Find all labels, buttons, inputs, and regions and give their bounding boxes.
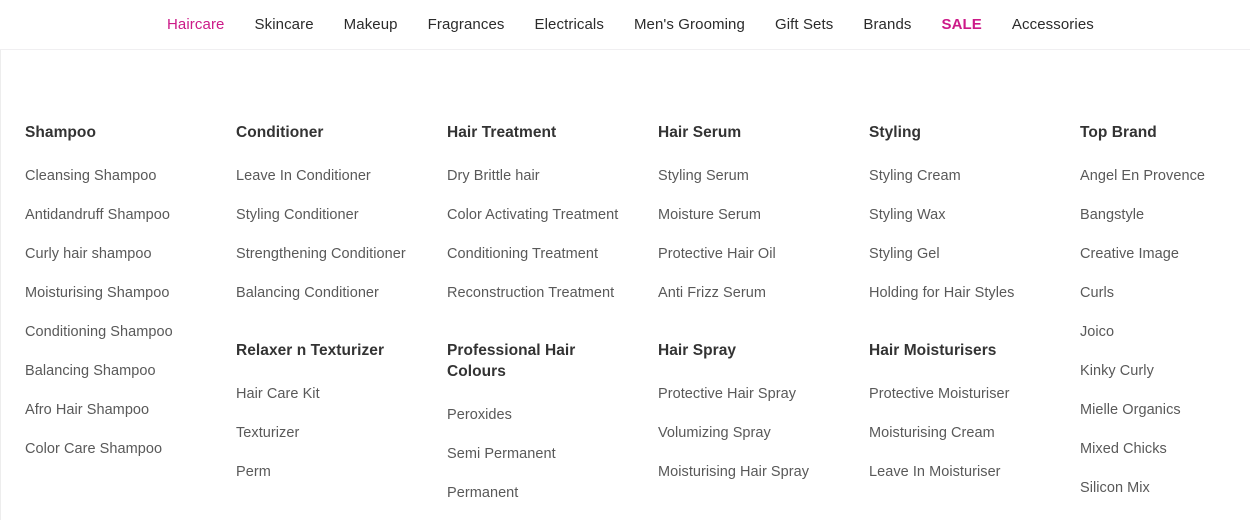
menu-link[interactable]: Mixed Chicks bbox=[1080, 439, 1250, 460]
menu-link[interactable]: Dry Brittle hair bbox=[447, 166, 636, 187]
menu-link[interactable]: Angel En Provence bbox=[1080, 166, 1250, 187]
menu-link[interactable]: Color Activating Treatment bbox=[447, 205, 636, 226]
mega-menu-group: Hair Treatment Dry Brittle hair Color Acti… bbox=[447, 122, 636, 304]
mega-menu-group: Conditioner Leave In Conditioner Styling C… bbox=[236, 122, 425, 304]
mega-menu-group: Hair Moisturisers Protective Moisturiser M… bbox=[869, 340, 1058, 483]
nav-item-accessories[interactable]: Accessories bbox=[1012, 15, 1094, 34]
menu-link[interactable]: Reconstruction Treatment bbox=[447, 283, 636, 304]
menu-link[interactable]: Styling Wax bbox=[869, 205, 1058, 226]
menu-link[interactable]: Protective Hair Spray bbox=[658, 384, 847, 405]
menu-link[interactable]: Cleansing Shampoo bbox=[25, 166, 214, 187]
menu-link[interactable]: Conditioning Shampoo bbox=[25, 322, 214, 343]
menu-link[interactable]: Leave In Moisturiser bbox=[869, 462, 1058, 483]
nav-item-electricals[interactable]: Electricals bbox=[535, 15, 604, 34]
nav-item-sale[interactable]: SALE bbox=[942, 15, 982, 34]
menu-link[interactable]: Protective Moisturiser bbox=[869, 384, 1058, 405]
menu-link[interactable]: Kinky Curly bbox=[1080, 361, 1250, 382]
primary-navigation-list: Haircare Skincare Makeup Fragrances Electric… bbox=[167, 15, 1094, 34]
menu-link[interactable]: Conditioning Treatment bbox=[447, 244, 636, 265]
menu-link[interactable]: Balancing Shampoo bbox=[25, 361, 214, 382]
mega-menu-group: Hair Spray Protective Hair Spray Volumizin… bbox=[658, 340, 847, 483]
nav-item-men-s-grooming[interactable]: Men's Grooming bbox=[634, 15, 745, 34]
menu-link[interactable]: Strengthening Conditioner bbox=[236, 244, 425, 265]
mega-menu-group: Top Brand Angel En Provence Bangstyle Creat… bbox=[1080, 122, 1250, 499]
menu-link[interactable]: Peroxides bbox=[447, 405, 636, 426]
menu-link[interactable]: Semi Permanent bbox=[447, 444, 636, 465]
menu-link[interactable]: Holding for Hair Styles bbox=[869, 283, 1058, 304]
group-heading: Hair Moisturisers bbox=[869, 342, 997, 359]
menu-link[interactable]: Moisturising Cream bbox=[869, 423, 1058, 444]
menu-link[interactable]: Moisturising Hair Spray bbox=[658, 462, 847, 483]
nav-item-haircare[interactable]: Haircare bbox=[167, 15, 224, 34]
menu-link[interactable]: Balancing Conditioner bbox=[236, 283, 425, 304]
group-link-list: Protective Moisturiser Moisturising Cream… bbox=[869, 384, 1058, 483]
group-link-list: Peroxides Semi Permanent Permanent bbox=[447, 405, 636, 504]
group-heading: Conditioner bbox=[236, 124, 324, 141]
menu-link[interactable]: Styling Gel bbox=[869, 244, 1058, 265]
menu-link[interactable]: Leave In Conditioner bbox=[236, 166, 425, 187]
menu-link[interactable]: Styling Conditioner bbox=[236, 205, 425, 226]
menu-link[interactable]: Creative Image bbox=[1080, 244, 1250, 265]
menu-link[interactable]: Bangstyle bbox=[1080, 205, 1250, 226]
mega-menu-column: Conditioner Leave In Conditioner Styling C… bbox=[236, 122, 447, 483]
mega-menu-group: Professional Hair Colours Peroxides Semi P… bbox=[447, 340, 636, 504]
group-link-list: Protective Hair Spray Volumizing Spray Moi… bbox=[658, 384, 847, 483]
mega-menu-group: Shampoo Cleansing Shampoo Antidandruff Sha… bbox=[25, 122, 214, 460]
group-link-list: Styling Serum Moisture Serum Protective Ha… bbox=[658, 166, 847, 304]
nav-item-brands[interactable]: Brands bbox=[863, 15, 911, 34]
menu-link[interactable]: Moisturising Shampoo bbox=[25, 283, 214, 304]
menu-link[interactable]: Styling Cream bbox=[869, 166, 1058, 187]
mega-menu-column: Top Brand Angel En Provence Bangstyle Creat… bbox=[1080, 122, 1250, 499]
mega-menu-column: Hair Treatment Dry Brittle hair Color Acti… bbox=[447, 122, 658, 504]
mega-menu-column: Styling Styling Cream Styling Wax Styling G… bbox=[869, 122, 1080, 483]
group-heading: Styling bbox=[869, 124, 922, 141]
menu-link[interactable]: Mielle Organics bbox=[1080, 400, 1250, 421]
menu-link[interactable]: Curly hair shampoo bbox=[25, 244, 214, 265]
nav-item-gift-sets[interactable]: Gift Sets bbox=[775, 15, 833, 34]
menu-link[interactable]: Curls bbox=[1080, 283, 1250, 304]
menu-link[interactable]: Color Care Shampoo bbox=[25, 439, 214, 460]
group-heading: Relaxer n Texturizer bbox=[236, 342, 385, 359]
menu-link[interactable]: Volumizing Spray bbox=[658, 423, 847, 444]
menu-link[interactable]: Antidandruff Shampoo bbox=[25, 205, 214, 226]
group-link-list: Leave In Conditioner Styling Conditioner S… bbox=[236, 166, 425, 304]
haircare-mega-menu-panel: Shampoo Cleansing Shampoo Antidandruff Sha… bbox=[0, 50, 1250, 520]
menu-link[interactable]: Perm bbox=[236, 462, 425, 483]
menu-link[interactable]: Permanent bbox=[447, 483, 636, 504]
group-heading: Top Brand bbox=[1080, 124, 1157, 141]
group-link-list: Hair Care Kit Texturizer Perm bbox=[236, 384, 425, 483]
menu-link[interactable]: Moisture Serum bbox=[658, 205, 847, 226]
mega-menu-columns: Shampoo Cleansing Shampoo Antidandruff Sha… bbox=[1, 122, 1250, 504]
menu-link[interactable]: Texturizer bbox=[236, 423, 425, 444]
menu-link[interactable]: Afro Hair Shampoo bbox=[25, 400, 214, 421]
menu-link[interactable]: Protective Hair Oil bbox=[658, 244, 847, 265]
group-heading: Hair Serum bbox=[658, 124, 742, 141]
group-heading: Hair Spray bbox=[658, 342, 737, 359]
mega-menu-group: Relaxer n Texturizer Hair Care Kit Texturi… bbox=[236, 340, 425, 483]
menu-link[interactable]: Anti Frizz Serum bbox=[658, 283, 847, 304]
group-link-list: Cleansing Shampoo Antidandruff Shampoo Cur… bbox=[25, 166, 214, 460]
mega-menu-column: Hair Serum Styling Serum Moisture Serum Pro… bbox=[658, 122, 869, 483]
group-link-list: Angel En Provence Bangstyle Creative Image… bbox=[1080, 166, 1250, 499]
nav-item-fragrances[interactable]: Fragrances bbox=[428, 15, 505, 34]
menu-link[interactable]: Hair Care Kit bbox=[236, 384, 425, 405]
group-heading: Shampoo bbox=[25, 124, 96, 141]
nav-item-makeup[interactable]: Makeup bbox=[344, 15, 398, 34]
mega-menu-group: Hair Serum Styling Serum Moisture Serum Pro… bbox=[658, 122, 847, 304]
menu-link[interactable]: Silicon Mix bbox=[1080, 478, 1250, 499]
menu-link[interactable]: Styling Serum bbox=[658, 166, 847, 187]
mega-menu-group: Styling Styling Cream Styling Wax Styling G… bbox=[869, 122, 1058, 304]
group-link-list: Dry Brittle hair Color Activating Treatme… bbox=[447, 166, 636, 304]
group-link-list: Styling Cream Styling Wax Styling Gel Holdi… bbox=[869, 166, 1058, 304]
group-heading: Professional Hair Colours bbox=[447, 342, 576, 380]
nav-item-skincare[interactable]: Skincare bbox=[254, 15, 313, 34]
primary-navigation-bar: Haircare Skincare Makeup Fragrances Electric… bbox=[0, 0, 1250, 50]
mega-menu-column: Shampoo Cleansing Shampoo Antidandruff Sha… bbox=[25, 122, 236, 460]
menu-link[interactable]: Joico bbox=[1080, 322, 1250, 343]
group-heading: Hair Treatment bbox=[447, 124, 557, 141]
